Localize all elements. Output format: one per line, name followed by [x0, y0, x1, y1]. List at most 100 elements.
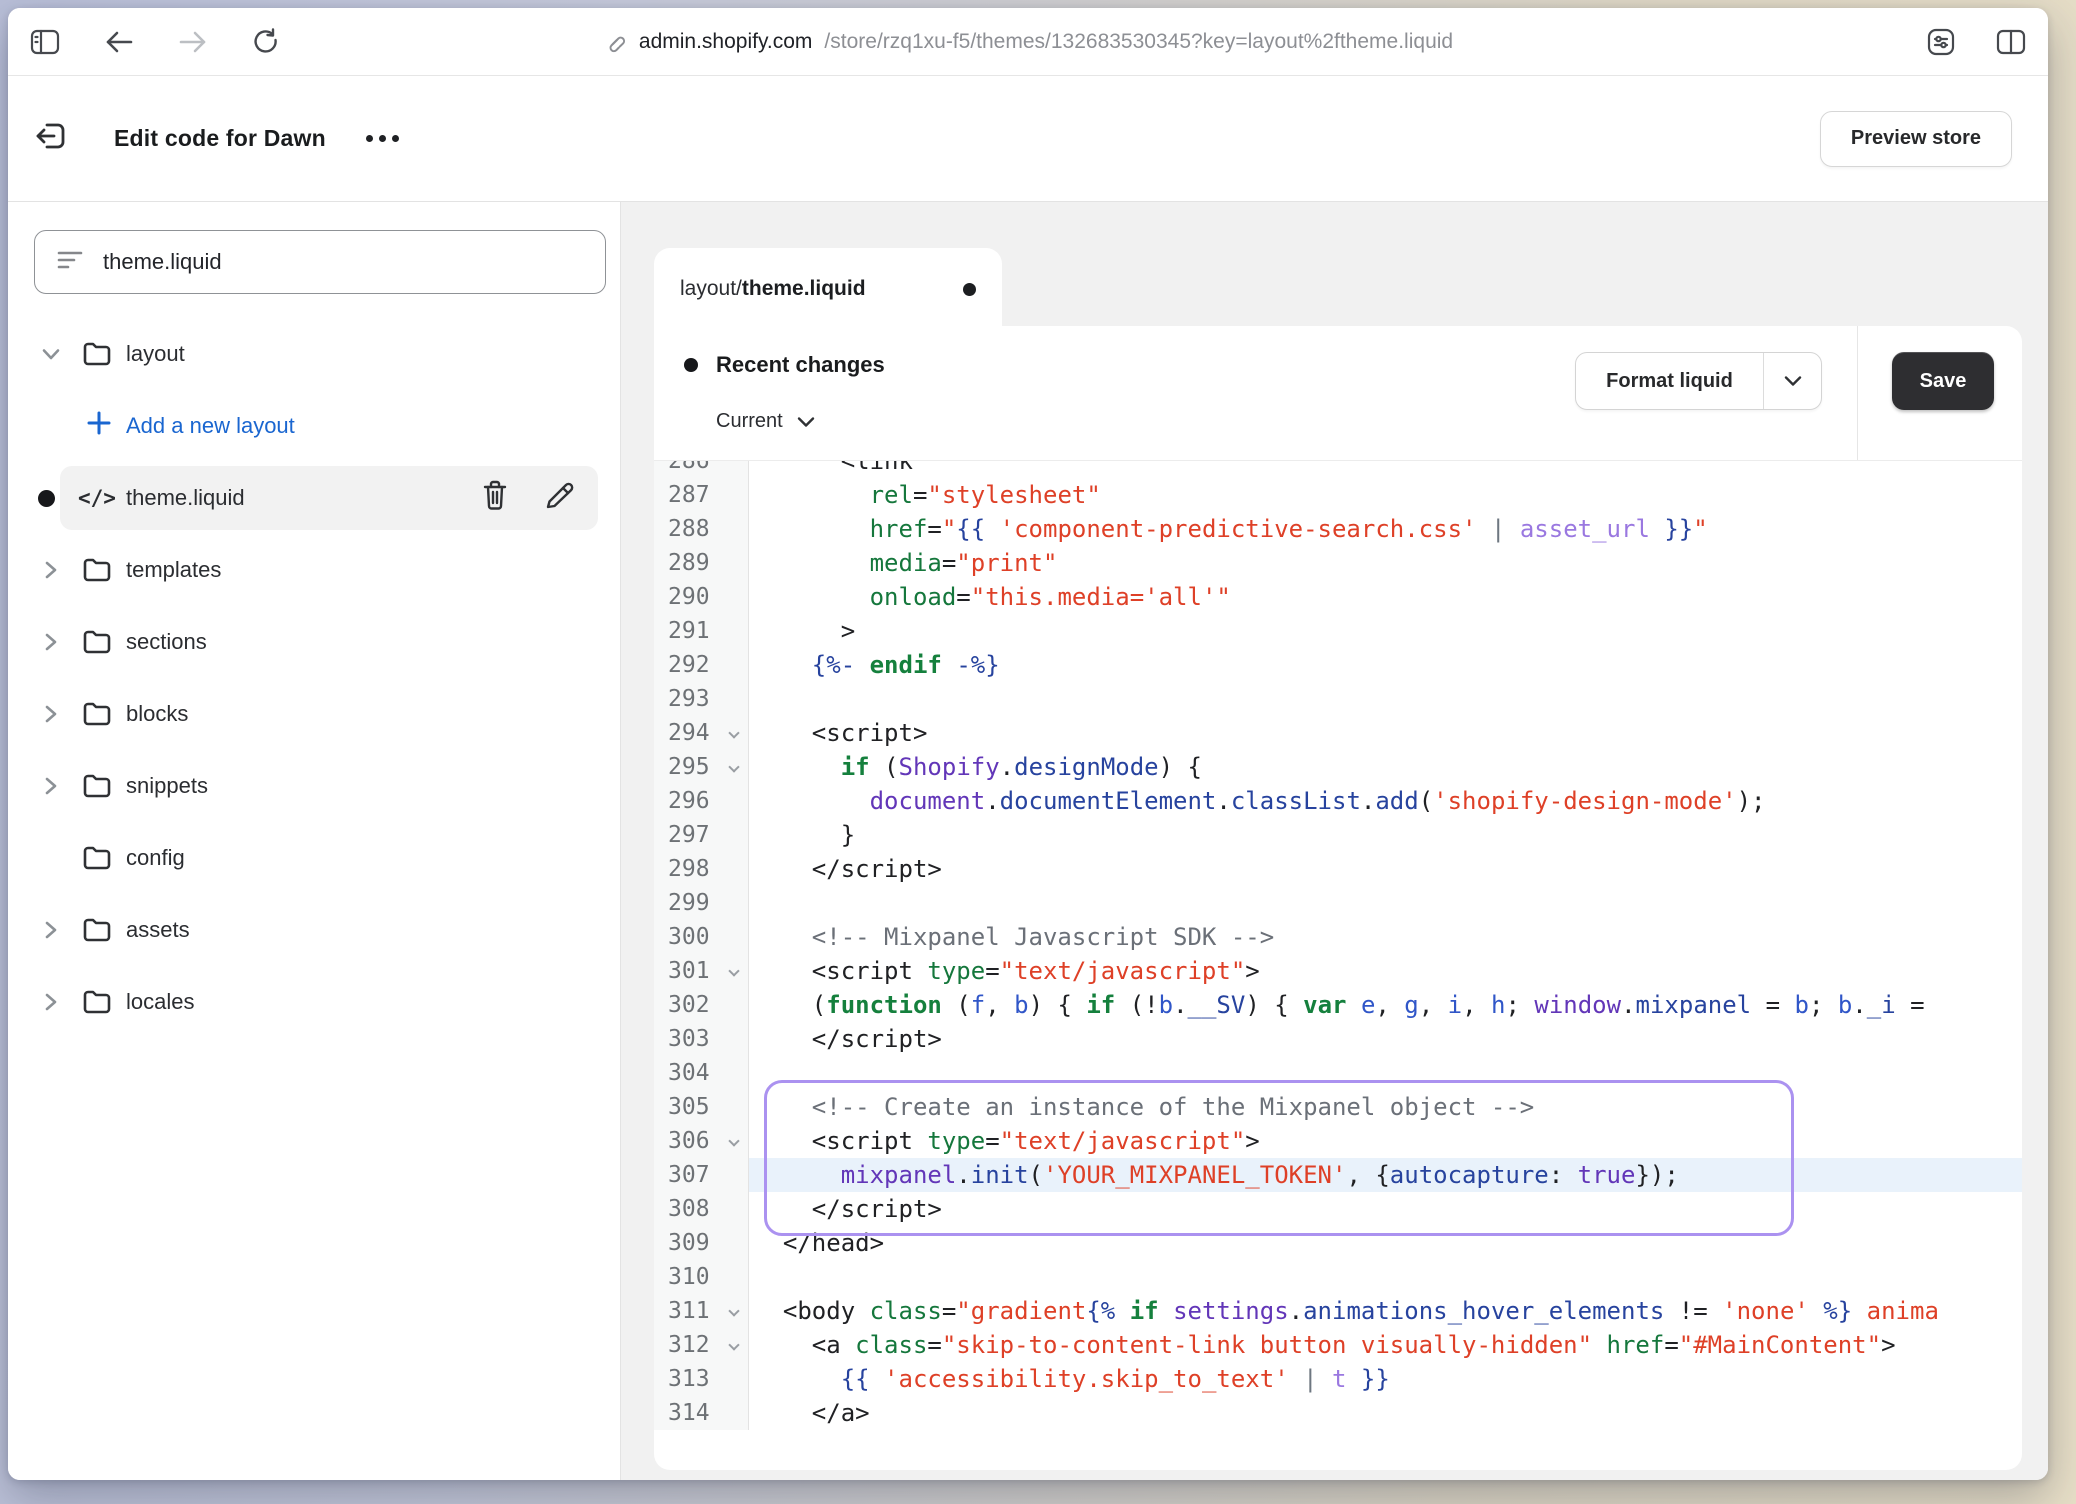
code-line-288[interactable]: 288 href="{{ 'component-predictive-searc… — [654, 512, 2022, 546]
code-line-313[interactable]: 313 {{ 'accessibility.skip_to_text' | t … — [654, 1362, 2022, 1396]
line-number[interactable]: 300 — [654, 920, 749, 954]
line-number[interactable]: 304 — [654, 1056, 749, 1090]
line-number[interactable]: 307 — [654, 1158, 749, 1192]
fold-chevron-icon[interactable] — [728, 1339, 739, 1350]
chevron-right-icon[interactable] — [40, 704, 62, 724]
line-number[interactable]: 311 — [654, 1294, 749, 1328]
line-number[interactable]: 289 — [654, 546, 749, 580]
forward-icon — [178, 30, 208, 54]
code-line-293[interactable]: 293 — [654, 682, 2022, 716]
fold-chevron-icon[interactable] — [728, 761, 739, 772]
exit-icon[interactable] — [34, 117, 72, 160]
chevron-right-icon[interactable] — [40, 776, 62, 796]
more-actions-button[interactable] — [366, 135, 399, 142]
code-line-303[interactable]: 303 </script> — [654, 1022, 2022, 1056]
fold-chevron-icon[interactable] — [728, 727, 739, 738]
line-number[interactable]: 297 — [654, 818, 749, 852]
code-line-291[interactable]: 291 > — [654, 614, 2022, 648]
code-line-298[interactable]: 298 </script> — [654, 852, 2022, 886]
rename-file-icon[interactable] — [544, 479, 576, 517]
save-button[interactable]: Save — [1892, 352, 1994, 410]
code-line-297[interactable]: 297 } — [654, 818, 2022, 852]
code-line-290[interactable]: 290 onload="this.media='all'" — [654, 580, 2022, 614]
tree-item-config[interactable]: config — [8, 822, 620, 894]
code-line-309[interactable]: 309 </head> — [654, 1226, 2022, 1260]
line-number[interactable]: 298 — [654, 852, 749, 886]
code-line-314[interactable]: 314 </a> — [654, 1396, 2022, 1430]
line-number[interactable]: 291 — [654, 614, 749, 648]
code-line-304[interactable]: 304 — [654, 1056, 2022, 1090]
line-number[interactable]: 313 — [654, 1362, 749, 1396]
tree-action-add-a-new-layout[interactable]: Add a new layout — [8, 390, 620, 462]
line-number[interactable]: 310 — [654, 1260, 749, 1294]
format-options-toggle[interactable] — [1763, 353, 1821, 409]
line-number[interactable]: 295 — [654, 750, 749, 784]
line-number[interactable]: 294 — [654, 716, 749, 750]
chevron-down-icon[interactable] — [40, 347, 62, 361]
split-view-icon[interactable] — [1996, 29, 2026, 55]
code-line-312[interactable]: 312 <a class="skip-to-content-link butto… — [654, 1328, 2022, 1362]
sidebar-toggle-icon[interactable] — [30, 29, 60, 55]
reload-icon[interactable] — [252, 28, 280, 56]
preview-store-button[interactable]: Preview store — [1820, 111, 2012, 167]
line-number[interactable]: 309 — [654, 1226, 749, 1260]
version-dropdown[interactable]: Current — [716, 410, 815, 433]
code-line-294[interactable]: 294 <script> — [654, 716, 2022, 750]
page-settings-icon[interactable] — [1926, 27, 1956, 57]
code-line-310[interactable]: 310 — [654, 1260, 2022, 1294]
tab-theme-liquid[interactable]: layout/theme.liquid — [654, 248, 1002, 330]
tree-item-sections[interactable]: sections — [8, 606, 620, 678]
tree-item-snippets[interactable]: snippets — [8, 750, 620, 822]
fold-chevron-icon[interactable] — [728, 965, 739, 976]
line-number[interactable]: 293 — [654, 682, 749, 716]
code-line-300[interactable]: 300 <!-- Mixpanel Javascript SDK --> — [654, 920, 2022, 954]
code-line-301[interactable]: 301 <script type="text/javascript"> — [654, 954, 2022, 988]
fold-chevron-icon[interactable] — [728, 1305, 739, 1316]
code-line-295[interactable]: 295 if (Shopify.designMode) { — [654, 750, 2022, 784]
code-line-292[interactable]: 292 {%- endif -%} — [654, 648, 2022, 682]
tree-item-locales[interactable]: locales — [8, 966, 620, 1038]
line-number[interactable]: 292 — [654, 648, 749, 682]
tree-item-layout[interactable]: layout — [8, 318, 620, 390]
line-number[interactable]: 306 — [654, 1124, 749, 1158]
code-line-287[interactable]: 287 rel="stylesheet" — [654, 478, 2022, 512]
delete-file-icon[interactable] — [480, 479, 510, 517]
line-number[interactable]: 303 — [654, 1022, 749, 1056]
tree-item-assets[interactable]: assets — [8, 894, 620, 966]
code-line-307[interactable]: 307 mixpanel.init('YOUR_MIXPANEL_TOKEN',… — [654, 1158, 2022, 1192]
chevron-right-icon[interactable] — [40, 560, 62, 580]
code-line-289[interactable]: 289 media="print" — [654, 546, 2022, 580]
line-number[interactable]: 314 — [654, 1396, 749, 1430]
code-line-296[interactable]: 296 document.documentElement.classList.a… — [654, 784, 2022, 818]
line-number[interactable]: 286 — [654, 461, 749, 478]
code-line-299[interactable]: 299 — [654, 886, 2022, 920]
back-icon[interactable] — [104, 30, 134, 54]
line-number[interactable]: 308 — [654, 1192, 749, 1226]
code-line-311[interactable]: 311 <body class="gradient{% if settings.… — [654, 1294, 2022, 1328]
line-number[interactable]: 299 — [654, 886, 749, 920]
line-number[interactable]: 305 — [654, 1090, 749, 1124]
code-line-302[interactable]: 302 (function (f, b) { if (!b.__SV) { va… — [654, 988, 2022, 1022]
tree-item-theme-liquid[interactable]: </>theme.liquid — [8, 462, 620, 534]
line-number[interactable]: 296 — [654, 784, 749, 818]
file-search-input[interactable]: theme.liquid — [34, 230, 606, 294]
line-number[interactable]: 290 — [654, 580, 749, 614]
code-line-306[interactable]: 306 <script type="text/javascript"> — [654, 1124, 2022, 1158]
code-line-305[interactable]: 305 <!-- Create an instance of the Mixpa… — [654, 1090, 2022, 1124]
line-number[interactable]: 288 — [654, 512, 749, 546]
fold-chevron-icon[interactable] — [728, 1135, 739, 1146]
chevron-right-icon[interactable] — [40, 920, 62, 940]
chevron-right-icon[interactable] — [40, 632, 62, 652]
chevron-right-icon[interactable] — [40, 992, 62, 1012]
line-number[interactable]: 301 — [654, 954, 749, 988]
tree-item-blocks[interactable]: blocks — [8, 678, 620, 750]
code-editor[interactable]: 286 <link287 rel="stylesheet"288 href="{… — [654, 461, 2022, 1470]
line-number[interactable]: 287 — [654, 478, 749, 512]
code-line-308[interactable]: 308 </script> — [654, 1192, 2022, 1226]
address-bar[interactable]: admin.shopify.com/store/rzq1xu-f5/themes… — [603, 30, 1453, 54]
line-number[interactable]: 312 — [654, 1328, 749, 1362]
tree-item-templates[interactable]: templates — [8, 534, 620, 606]
line-number[interactable]: 302 — [654, 988, 749, 1022]
code-line-286[interactable]: 286 <link — [654, 461, 2022, 478]
format-liquid-button[interactable]: Format liquid — [1575, 352, 1822, 410]
